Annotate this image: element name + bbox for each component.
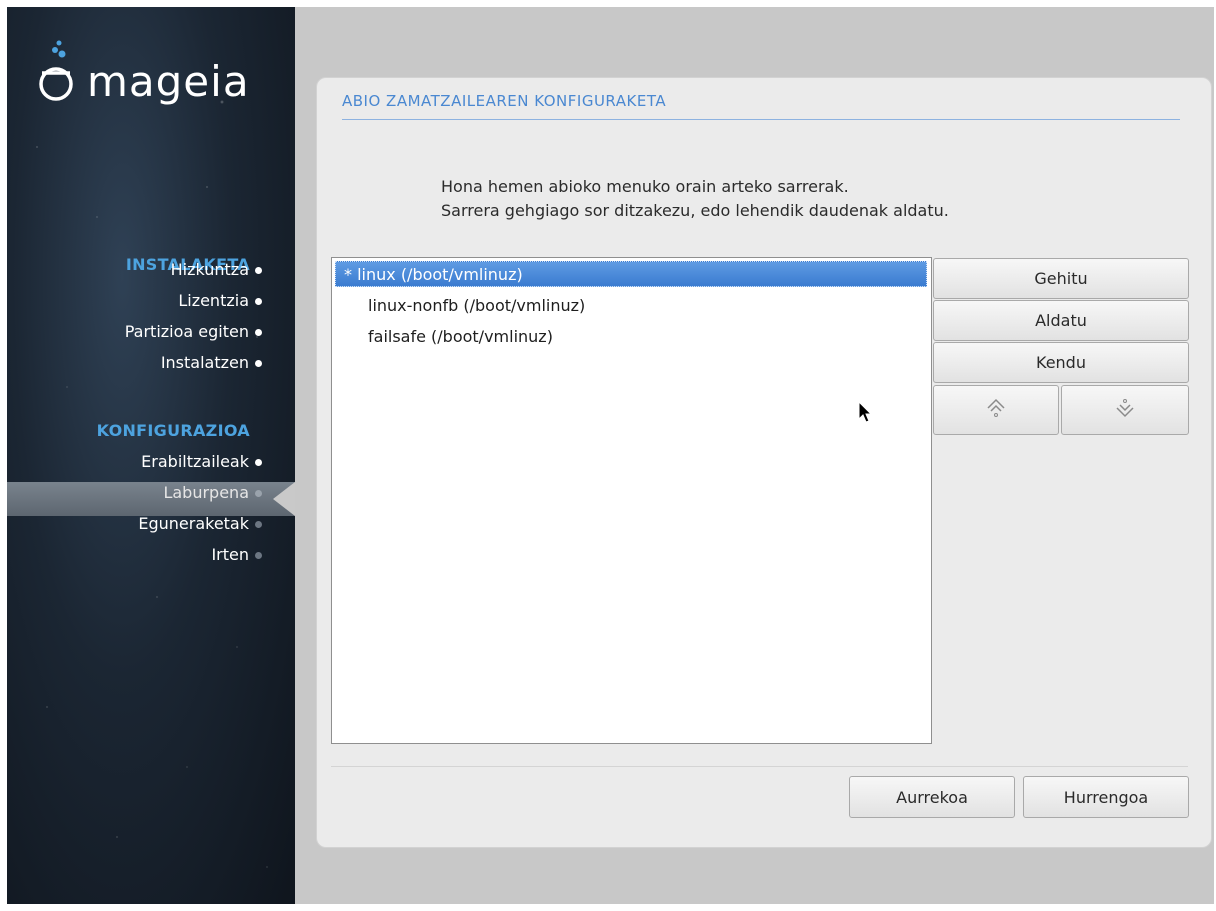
sidebar: mageia INSTALAKETA Hizkuntza Lizentzia P… [7, 7, 295, 904]
sidebar-item-instalatzen: Instalatzen [160, 353, 249, 372]
mouse-pointer-icon [858, 401, 873, 423]
add-entry-button[interactable]: Gehitu [933, 258, 1189, 299]
intro-line-1: Hona hemen abioko menuko orain arteko sa… [441, 177, 849, 196]
step-pending-dot [255, 521, 262, 528]
list-item-linux-nonfb[interactable]: linux-nonfb (/boot/vmlinuz) [338, 293, 585, 319]
sidebar-item-erabiltzaileak: Erabiltzaileak [141, 452, 249, 471]
step-done-dot [255, 267, 262, 274]
next-button[interactable]: Hurrengoa [1023, 776, 1189, 818]
arrow-down-icon [1116, 399, 1134, 418]
move-down-button[interactable] [1061, 385, 1189, 435]
sidebar-item-eguneraketak: Eguneraketak [138, 514, 249, 533]
arrow-up-icon [987, 398, 1005, 417]
step-done-dot [255, 360, 262, 367]
dialog-title: ABIO ZAMATZAILEAREN KONFIGURAKETA [342, 92, 667, 110]
sidebar-item-lizentzia: Lizentzia [178, 291, 249, 310]
step-pending-dot [255, 552, 262, 559]
list-item-failsafe[interactable]: failsafe (/boot/vmlinuz) [338, 324, 553, 350]
move-up-button[interactable] [933, 385, 1059, 435]
remove-entry-button[interactable]: Kendu [933, 342, 1189, 383]
step-done-dot [255, 329, 262, 336]
mageia-logo: mageia [33, 37, 293, 107]
sidebar-item-laburpena: Laburpena [163, 483, 249, 502]
step-done-dot [255, 459, 262, 466]
active-step-highlight [7, 482, 295, 516]
sidebar-item-hizkuntza: Hizkuntza [170, 260, 249, 279]
mageia-logo-icon [39, 40, 73, 101]
boot-entries-list[interactable]: * linux (/boot/vmlinuz) linux-nonfb (/bo… [331, 257, 932, 744]
title-divider [342, 119, 1180, 120]
step-active-dot [255, 490, 262, 497]
previous-button[interactable]: Aurrekoa [849, 776, 1015, 818]
list-item-linux[interactable]: * linux (/boot/vmlinuz) [335, 261, 927, 287]
section-title-config: KONFIGURAZIOA [96, 421, 250, 440]
intro-text: Hona hemen abioko menuko orain arteko sa… [441, 175, 949, 223]
modify-entry-button[interactable]: Aldatu [933, 300, 1189, 341]
footer-divider [331, 766, 1188, 767]
intro-line-2: Sarrera gehgiago sor ditzakezu, edo lehe… [441, 201, 949, 220]
installer-screen: mageia INSTALAKETA Hizkuntza Lizentzia P… [0, 0, 1216, 911]
sidebar-item-partizioa: Partizioa egiten [124, 322, 249, 341]
brand-name: mageia [87, 57, 250, 106]
active-step-pointer [273, 482, 295, 516]
step-done-dot [255, 298, 262, 305]
sidebar-item-irten: Irten [211, 545, 249, 564]
